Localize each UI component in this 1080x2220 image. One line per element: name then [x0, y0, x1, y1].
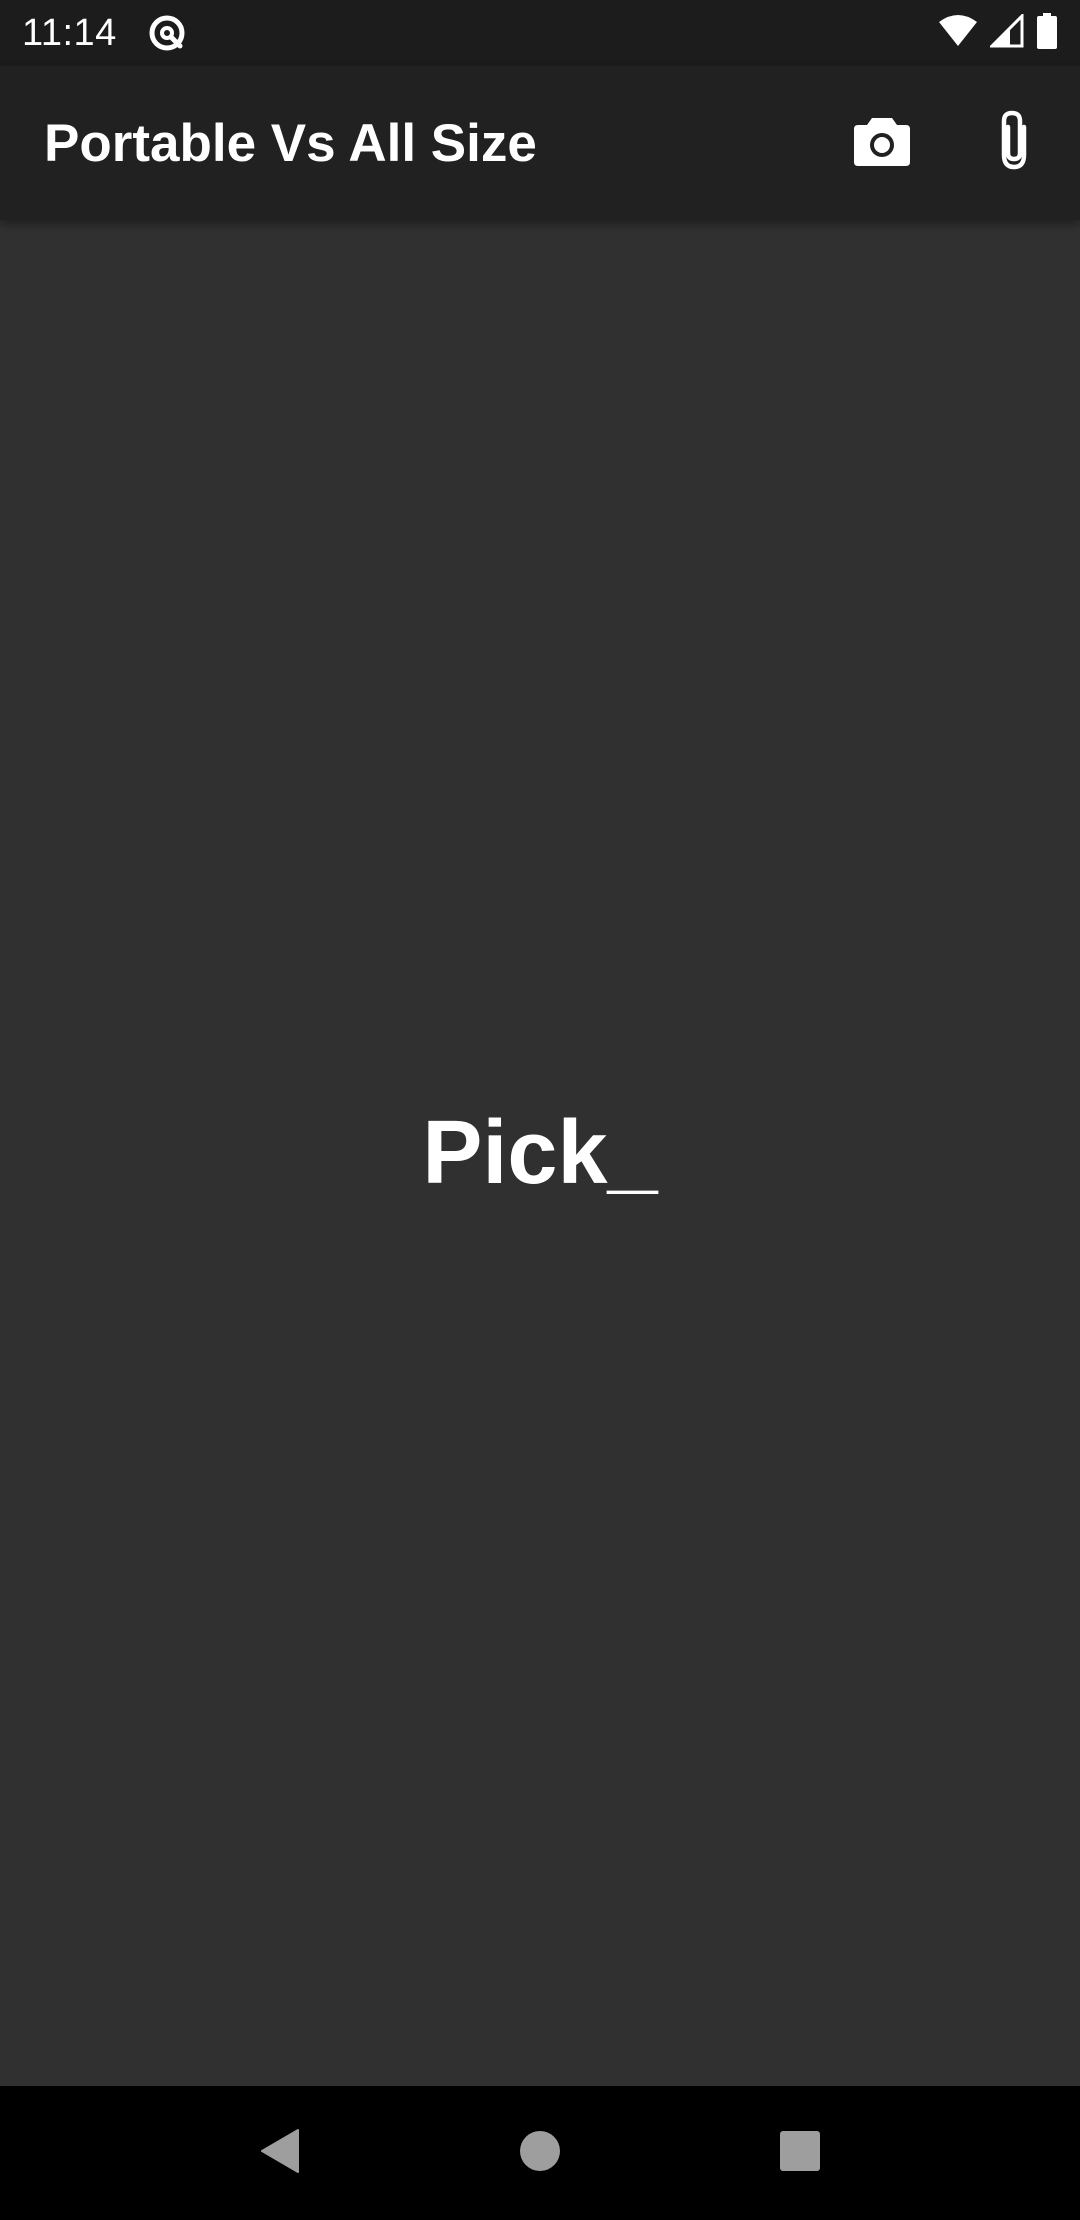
at-sign-icon — [147, 13, 187, 53]
camera-button[interactable] — [816, 77, 948, 209]
camera-icon — [852, 114, 912, 173]
home-button[interactable] — [480, 2093, 600, 2213]
main-content: Pick_ — [0, 220, 1080, 2086]
home-icon — [518, 2129, 562, 2178]
paperclip-icon — [994, 109, 1034, 178]
app-bar: Portable Vs All Size — [0, 66, 1080, 220]
wifi-icon — [938, 14, 978, 53]
back-button[interactable] — [220, 2093, 340, 2213]
navigation-bar — [0, 2086, 1080, 2220]
status-time: 11:14 — [22, 11, 117, 54]
recents-button[interactable] — [740, 2093, 860, 2213]
battery-icon — [1036, 12, 1058, 54]
screen: 11:14 Portable Vs All Size Pick_ — [0, 0, 1080, 2220]
cell-signal-icon — [988, 11, 1024, 53]
app-title: Portable Vs All Size — [44, 113, 537, 173]
app-bar-actions — [816, 66, 1080, 220]
recents-icon — [779, 2130, 821, 2177]
back-icon — [258, 2127, 302, 2180]
pick-label: Pick_ — [422, 1102, 658, 1203]
status-bar: 11:14 — [0, 0, 1080, 66]
status-icons — [938, 11, 1058, 54]
attach-button[interactable] — [948, 77, 1080, 209]
